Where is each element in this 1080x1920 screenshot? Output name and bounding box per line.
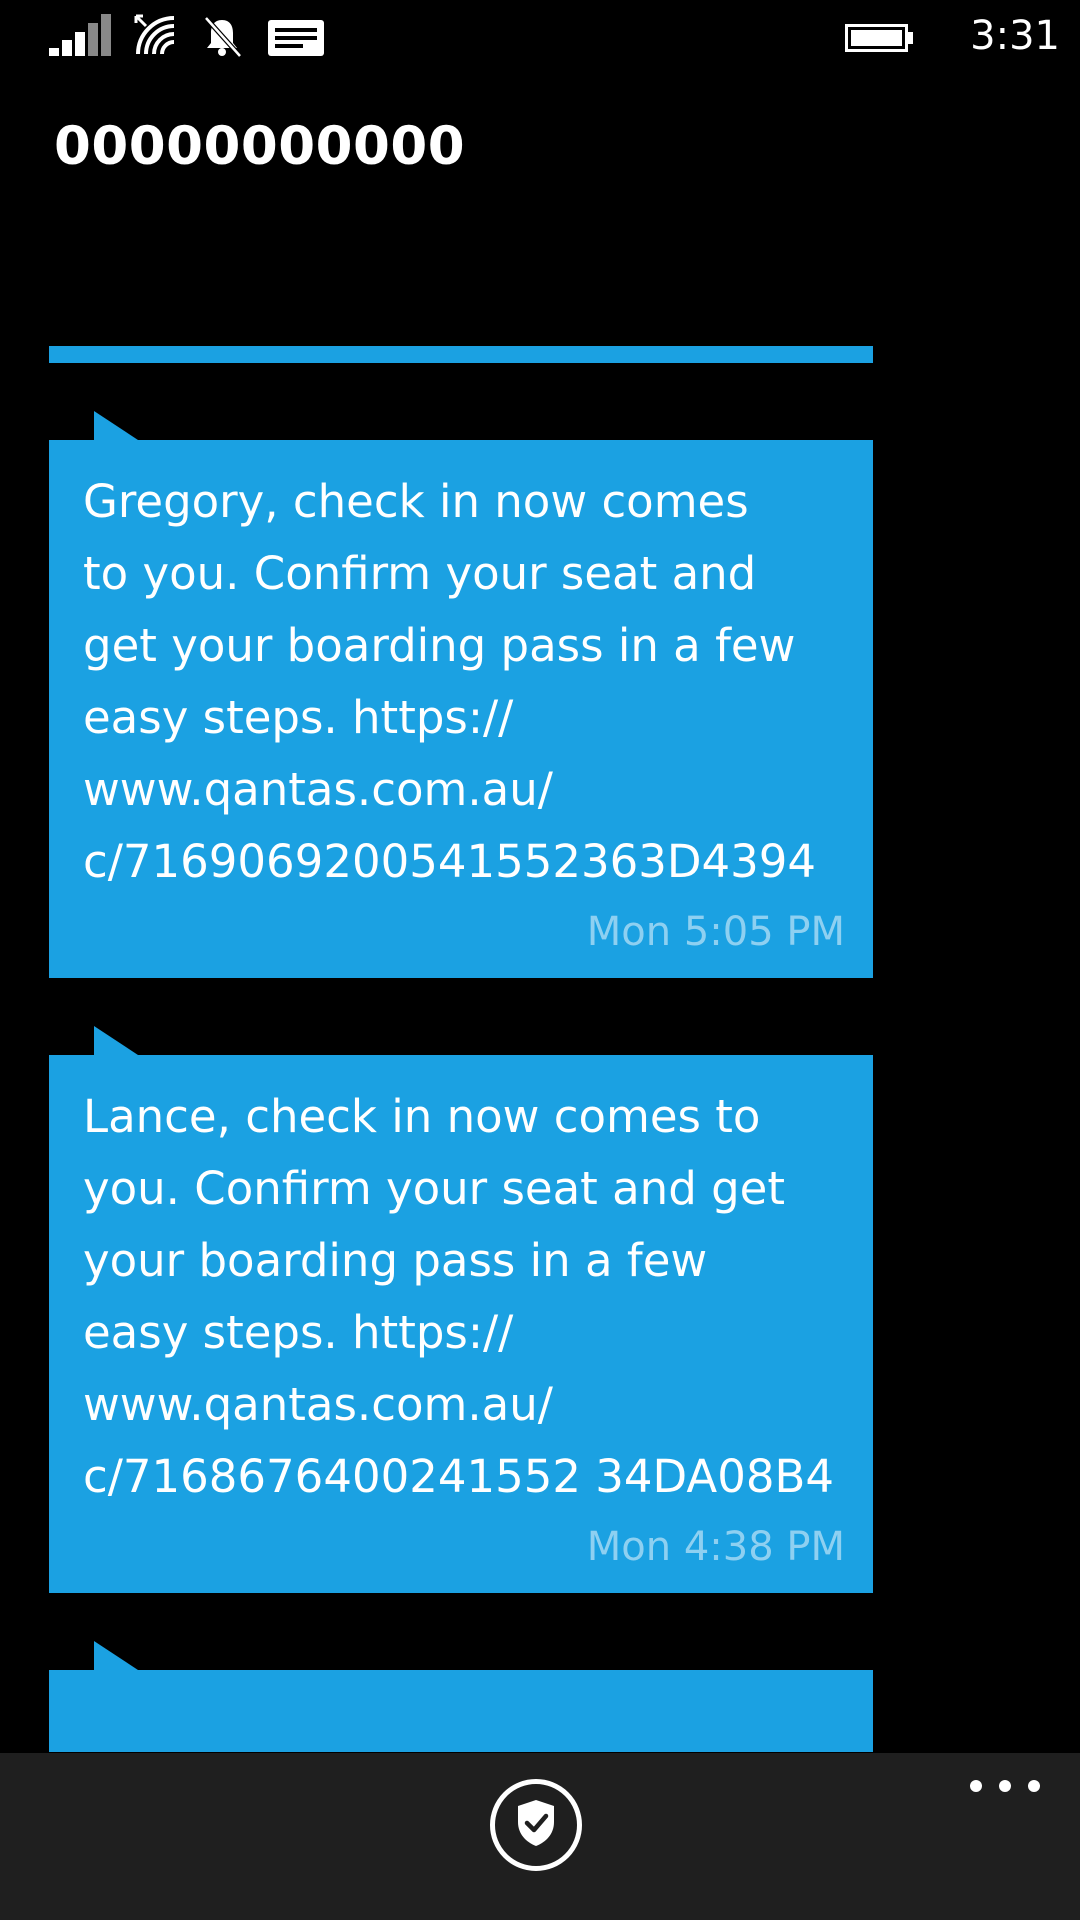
bubble-tail — [94, 1026, 138, 1055]
message-bubble-partial[interactable] — [49, 346, 873, 363]
message-bubble[interactable]: Lance, check in now comes to you. Confir… — [49, 1026, 873, 1593]
message-list[interactable]: Gregory, check in now comes to you. Conf… — [0, 340, 1080, 1752]
more-button[interactable] — [970, 1771, 1040, 1801]
more-icon-dot — [999, 1780, 1011, 1792]
more-icon-dot — [1028, 1780, 1040, 1792]
more-icon — [970, 1780, 982, 1792]
message-timestamp: Mon 5:05 PM — [586, 909, 845, 955]
bubble-tail — [94, 411, 138, 440]
bubble-tail — [94, 1641, 138, 1670]
message-text: Gregory, check in now comes to you. Conf… — [83, 475, 817, 888]
status-bar: 3:31 — [0, 0, 1080, 72]
message-icon — [268, 20, 324, 56]
message-bubble[interactable]: Gregory, check in now comes to you. Conf… — [49, 411, 873, 978]
wifi-icon — [132, 12, 178, 58]
thread-title: 00000000000 — [54, 116, 466, 177]
bell-muted-icon — [202, 16, 242, 58]
battery-icon — [845, 24, 915, 52]
message-timestamp: Mon 4:38 PM — [586, 1524, 845, 1570]
message-bubble-partial[interactable] — [49, 1641, 873, 1752]
shield-check-icon — [514, 1798, 558, 1852]
status-time: 3:31 — [970, 13, 1060, 59]
message-text: Lance, check in now comes to you. Confir… — [83, 1090, 834, 1503]
shield-check-button[interactable] — [490, 1779, 582, 1871]
signal-icon — [49, 14, 113, 56]
app-bar — [0, 1753, 1080, 1920]
